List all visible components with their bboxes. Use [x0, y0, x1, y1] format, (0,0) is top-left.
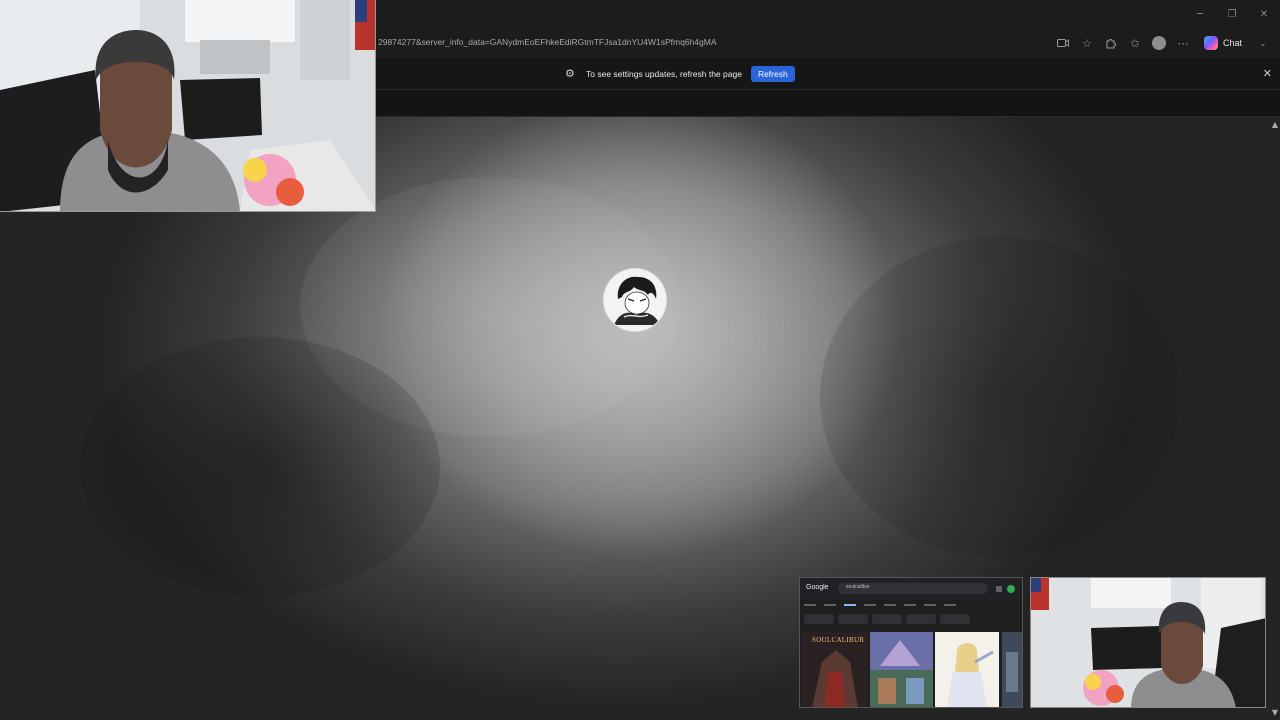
restore-button[interactable]: ❐ [1216, 0, 1248, 28]
image-result-3 [935, 632, 999, 707]
refresh-button[interactable]: Refresh [750, 66, 795, 82]
google-search-thumbnail: Google soulcalibur SOULCALIBUR [799, 577, 1023, 708]
infobar-message: To see settings updates, refresh the pag… [586, 69, 742, 79]
copilot-icon [1203, 36, 1218, 50]
profile-avatar-small [1151, 36, 1166, 50]
chat-label: Chat [1222, 38, 1242, 48]
extensions-icon[interactable] [1102, 34, 1120, 52]
window-controls: ─ ❐ ✕ [1184, 0, 1280, 28]
copilot-chat-button[interactable]: Chat [1198, 33, 1248, 53]
url-field[interactable]: 29874277&server_info_data=GANydmEoEFhkeE… [378, 37, 717, 47]
minimize-button[interactable]: ─ [1184, 0, 1216, 28]
scroll-up-arrow[interactable]: ▲ [1272, 120, 1278, 129]
soulcalibur-title: SOULCALIBUR [812, 636, 865, 644]
chevron-down-icon[interactable]: ⌄ [1254, 34, 1272, 52]
profile-picture[interactable] [603, 268, 667, 332]
gear-icon: ⚙ [565, 67, 575, 80]
infobar-message-group: ⚙ To see settings updates, refresh the p… [565, 65, 795, 83]
collections-icon[interactable]: ✩ [1126, 34, 1144, 52]
profile-icon[interactable] [1150, 34, 1168, 52]
webcam-overlay [0, 0, 376, 212]
google-filter-chips [804, 614, 970, 624]
google-search-value: soulcalibur [846, 584, 870, 590]
scroll-down-arrow[interactable]: ▼ [1272, 708, 1278, 717]
image-result-2 [870, 632, 933, 707]
more-icon[interactable]: ⋯ [1174, 34, 1192, 52]
star-icon[interactable]: ☆ [1078, 34, 1096, 52]
google-logo: Google [806, 584, 829, 591]
background-shadow-right [820, 237, 1180, 557]
google-tabs [804, 602, 1014, 608]
google-header: Google soulcalibur [800, 578, 1022, 600]
google-search-box: soulcalibur [838, 583, 988, 594]
image-result-4 [1002, 632, 1022, 707]
image-result-1: SOULCALIBUR [802, 632, 868, 707]
close-window-button[interactable]: ✕ [1248, 0, 1280, 28]
toolbar-icons: ☆ ✩ ⋯ Chat ⌄ [1054, 32, 1272, 54]
camera-icon[interactable] [1054, 34, 1072, 52]
background-shadow-left [80, 337, 440, 597]
close-infobar-icon[interactable]: ✕ [1263, 67, 1272, 80]
webcam-thumbnail [1030, 577, 1266, 708]
